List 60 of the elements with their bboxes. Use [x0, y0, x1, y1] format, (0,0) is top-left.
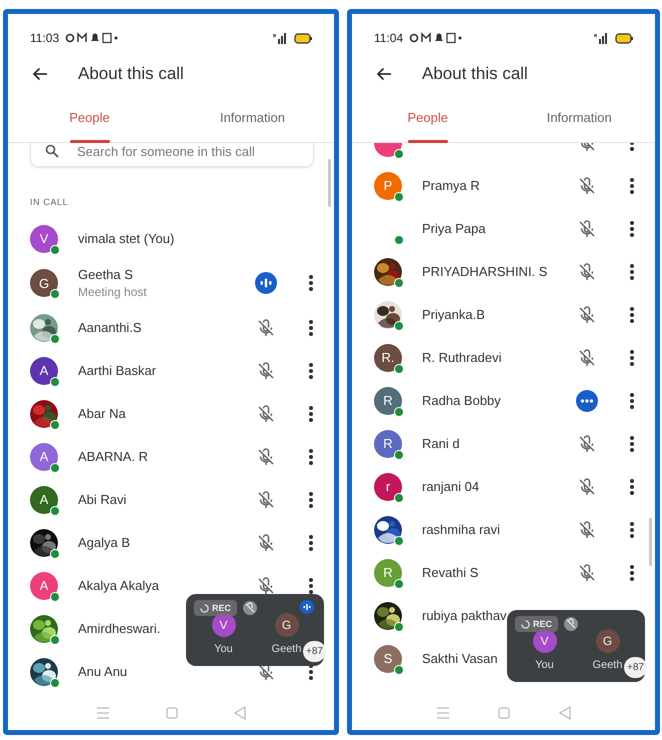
avatar: A — [30, 572, 58, 600]
participant-name: Pramya R — [422, 178, 480, 193]
participant-name: Geetha S — [78, 267, 133, 282]
participant-name: Sakthi Vasan — [422, 651, 498, 666]
participant-count-badge: +87 — [303, 641, 326, 662]
participant-name: Revathi S — [422, 565, 478, 580]
avatar: A — [30, 486, 58, 514]
participant-name: rubiya pakthav — [422, 608, 507, 623]
recording-label: REC — [533, 619, 552, 629]
participant-name: Geeth — [272, 643, 302, 655]
participant-name: Priya Papa — [422, 221, 486, 236]
section-heading: IN CALL — [30, 197, 70, 207]
participant-name: Akalya Akalya — [78, 578, 159, 593]
call-preview-panel[interactable]: REC V You G Geeth +87 — [507, 610, 645, 682]
page-title: About this call — [422, 64, 528, 84]
status-time: 11:04 — [374, 31, 404, 45]
participant-name: Anu Anu — [78, 664, 128, 679]
avatar: R. — [374, 344, 402, 372]
avatar: R — [374, 430, 402, 458]
avatar: A — [30, 442, 58, 470]
search-field[interactable]: Search for someone in this call — [30, 143, 314, 167]
avatar: r — [374, 472, 402, 500]
avatar: G — [596, 629, 620, 653]
avatar: S — [374, 644, 402, 672]
avatar: V — [30, 224, 58, 252]
search-input[interactable]: Search for someone in this call — [75, 143, 299, 160]
avatar: A — [30, 356, 58, 384]
participant-name: Rani d — [422, 436, 460, 451]
avatar: G — [274, 613, 298, 637]
tab[interactable]: Information — [171, 92, 334, 142]
participant-name: ranjani 04 — [422, 479, 480, 494]
participant-name: R. Ruthradevi — [422, 350, 502, 365]
participant-name: You — [214, 643, 233, 655]
tab[interactable]: People — [8, 92, 171, 142]
participant-name: ABARNA. R — [78, 449, 148, 464]
participant-name: Geeth — [592, 659, 622, 671]
page-title: About this call — [78, 64, 184, 84]
participant-name: Aarthi Baskar — [78, 363, 156, 378]
avatar: P — [374, 172, 402, 200]
participant-name: Agalya B — [78, 535, 130, 550]
avatar: R — [374, 386, 402, 414]
participant-name: Abi Ravi — [78, 492, 126, 507]
participant-name: Aananthi.S — [78, 320, 142, 335]
participant-count-badge: +87 — [624, 657, 647, 678]
tab[interactable]: People — [352, 92, 504, 142]
participant-name: You — [535, 659, 554, 671]
status-time: 11:03 — [30, 31, 60, 45]
participant-name: vimala stet (You) — [78, 231, 174, 246]
participant-name: Priyanka.B — [422, 307, 485, 322]
recording-label: REC — [212, 603, 232, 613]
participant-name: PRIYADHARSHINI. S — [422, 264, 548, 279]
participant-name: rashmiha ravi — [422, 522, 500, 537]
avatar: R — [374, 558, 402, 586]
participant-name: Amirdheswari. — [78, 621, 160, 636]
participant-name: Abar Na — [78, 406, 126, 421]
call-preview-panel[interactable]: REC V You G Geeth +87 — [186, 594, 324, 666]
avatar: G — [30, 269, 58, 297]
participant-role: Meeting host — [78, 285, 147, 299]
tab[interactable]: Information — [504, 92, 655, 142]
participant-name: Radha Bobby — [422, 393, 501, 408]
